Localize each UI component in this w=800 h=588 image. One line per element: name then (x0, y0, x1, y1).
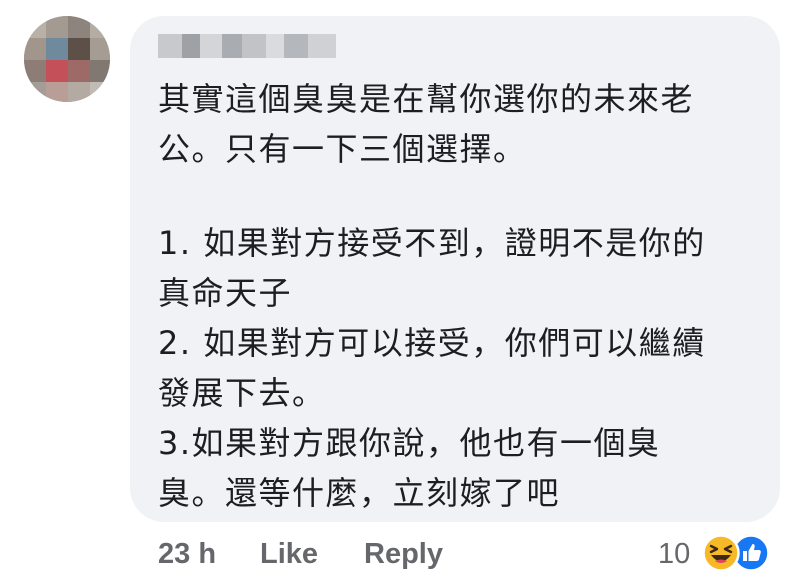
comment-bubble: 其實這個臭臭是在幫你選你的未來老 公。只有一下三個選擇。 1. 如果對方接受不到… (130, 16, 780, 522)
reaction-count: 10 (658, 538, 691, 570)
comment-line: 臭。還等什麼，立刻嫁了吧 (158, 474, 561, 512)
comment-line: 真命天子 (158, 274, 293, 312)
comment-line: 公。只有一下三個選擇。 (158, 130, 527, 168)
timestamp[interactable]: 23 h (158, 538, 216, 571)
comment-text: 其實這個臭臭是在幫你選你的未來老 公。只有一下三個選擇。 1. 如果對方接受不到… (158, 74, 768, 518)
avatar[interactable] (24, 16, 110, 102)
haha-reaction-icon (702, 534, 740, 572)
comment-line: 其實這個臭臭是在幫你選你的未來老 (158, 80, 695, 118)
author-name-redacted[interactable] (158, 34, 336, 60)
like-button[interactable]: Like (260, 538, 318, 571)
reply-button[interactable]: Reply (364, 538, 443, 571)
comment-line: 發展下去。 (158, 374, 326, 412)
comment-line: 2. 如果對方可以接受，你們可以繼續 (158, 324, 706, 362)
comment: 其實這個臭臭是在幫你選你的未來老 公。只有一下三個選擇。 1. 如果對方接受不到… (0, 0, 800, 588)
comment-line: 3.如果對方跟你說，他也有一個臭 (158, 424, 661, 462)
comment-line: 1. 如果對方接受不到，證明不是你的 (158, 224, 706, 262)
